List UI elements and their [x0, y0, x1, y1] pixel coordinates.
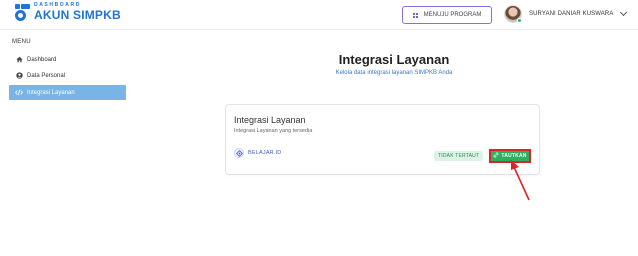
- annotation-arrow-icon: [511, 160, 530, 201]
